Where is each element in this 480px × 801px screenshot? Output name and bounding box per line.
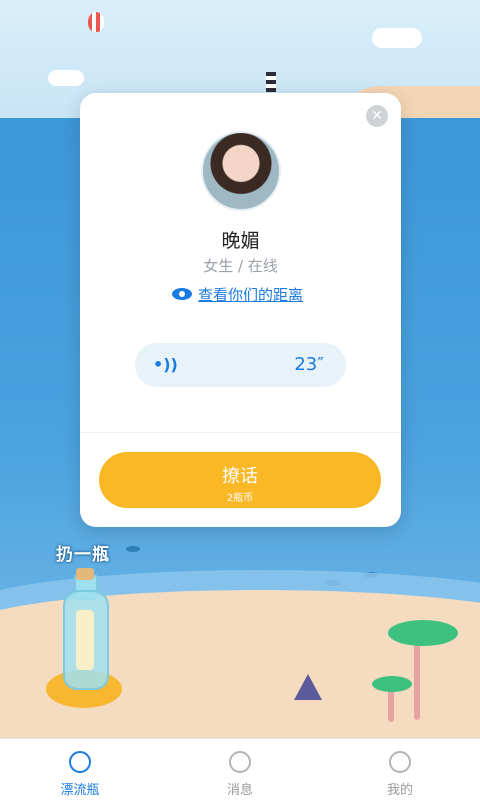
tab-profile[interactable]: 我的 (320, 739, 480, 801)
lighthouse-icon (266, 72, 276, 92)
throw-bottle-label[interactable]: 扔一瓶 (56, 540, 110, 565)
tab-messages[interactable]: 消息 (160, 739, 320, 801)
divider (80, 432, 401, 433)
user-meta: 女生 / 在线 (203, 257, 278, 275)
scroll-icon[interactable] (76, 610, 94, 670)
voice-wave-icon[interactable]: •)) (153, 355, 178, 374)
chat-button-label: 撩话 (222, 466, 258, 487)
bottom-tab-bar: 漂流瓶 消息 我的 (0, 738, 480, 801)
bottle-icon (69, 751, 91, 773)
eye-icon (172, 288, 192, 300)
close-icon[interactable]: ✕ (366, 105, 388, 127)
hot-air-balloon-icon (88, 12, 104, 32)
pyramid-icon (294, 674, 322, 700)
profile-icon (389, 751, 411, 773)
tab-drift-bottle[interactable]: 漂流瓶 (0, 739, 160, 801)
user-name: 晚媚 (221, 230, 260, 252)
avatar[interactable] (201, 131, 281, 211)
cork[interactable] (76, 568, 94, 580)
tab-label: 我的 (386, 783, 413, 798)
tab-label: 漂流瓶 (60, 783, 100, 798)
tab-label: 消息 (226, 783, 253, 798)
palm-tree-icon (414, 640, 420, 720)
message-icon (229, 751, 251, 773)
fish-icon (126, 546, 140, 552)
view-distance-label[interactable]: 查看你们的距离 (198, 284, 303, 305)
chat-button[interactable]: 撩话 2瓶币 (99, 452, 381, 508)
cloud (48, 70, 84, 86)
cloud (372, 28, 422, 48)
chat-button-cost: 2瓶币 (226, 493, 254, 504)
palm-leaf (372, 676, 412, 692)
palm-leaf (388, 620, 458, 646)
voice-duration: 23″ (294, 354, 324, 375)
view-distance-link[interactable]: 查看你们的距离 (172, 283, 303, 305)
